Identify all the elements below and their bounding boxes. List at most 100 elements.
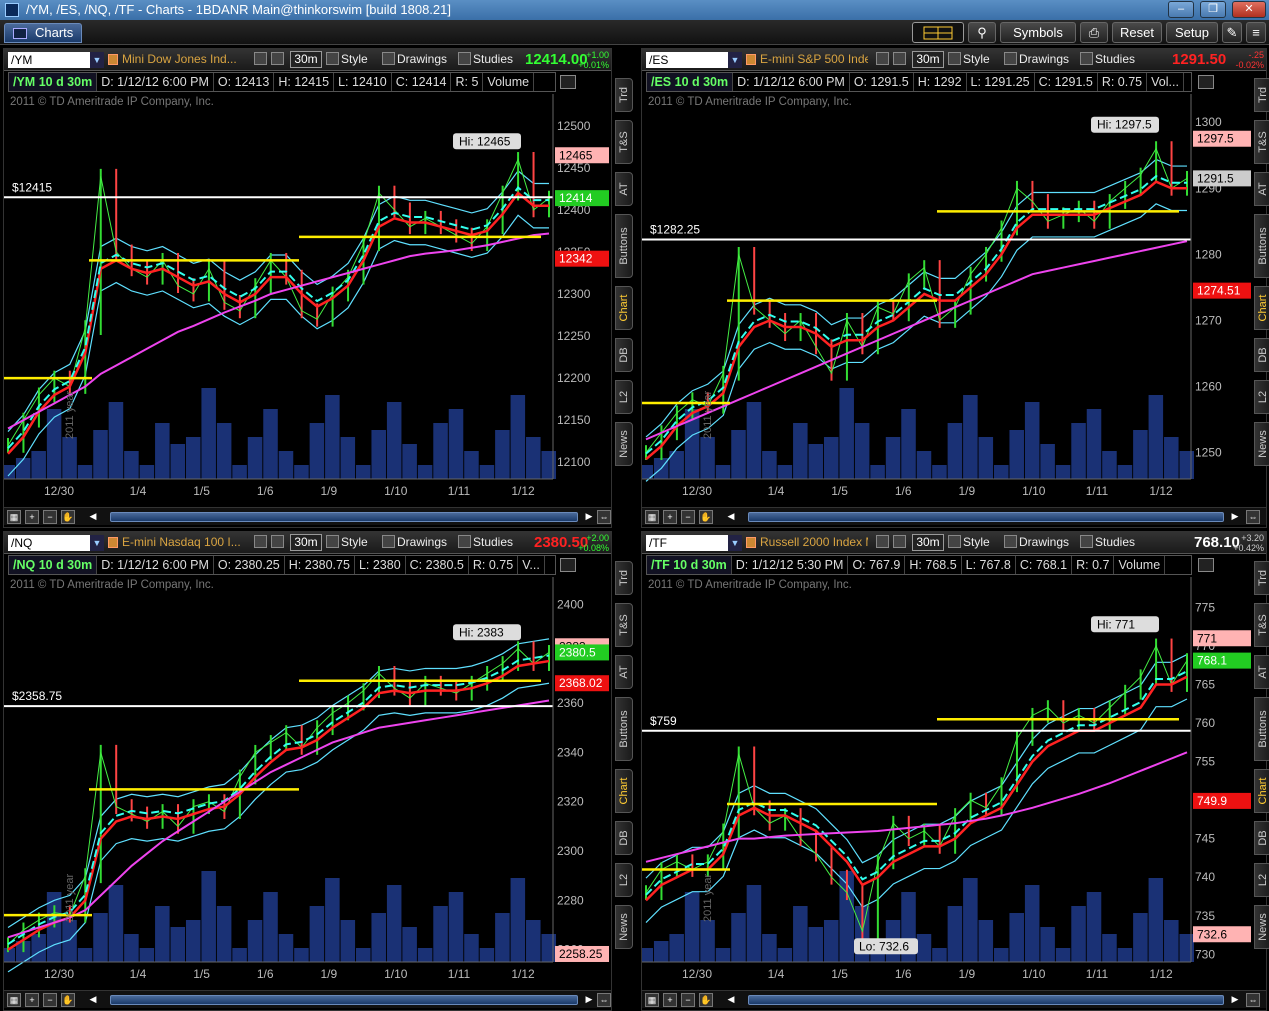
studies-button[interactable]: Studies [458, 534, 513, 551]
setup-button[interactable]: Setup [1166, 22, 1218, 43]
crosshair-icon[interactable] [254, 51, 269, 68]
grid-layout-button[interactable] [912, 22, 964, 43]
zoom-icon[interactable] [893, 534, 908, 551]
side-tab-at[interactable]: AT [1254, 655, 1269, 689]
symbol-dropdown-icon[interactable]: ▼ [728, 535, 742, 551]
side-tab-ts[interactable]: T&S [615, 120, 633, 164]
zoom-out-icon[interactable]: − [681, 510, 695, 524]
side-tab-trd[interactable]: Trd [615, 561, 633, 595]
drawings-button[interactable]: Drawings [1004, 534, 1069, 551]
side-tab-trd[interactable]: Trd [1254, 561, 1269, 595]
side-tab-buttons[interactable]: Buttons [1254, 697, 1269, 761]
pan-icon[interactable]: ✋ [61, 993, 75, 1007]
side-tab-ts[interactable]: T&S [615, 603, 633, 647]
minimize-button[interactable]: – [1168, 1, 1194, 18]
side-tab-l2[interactable]: L2 [1254, 863, 1269, 897]
side-tab-news[interactable]: News [615, 422, 633, 466]
side-tab-chart[interactable]: Chart [1254, 769, 1269, 813]
side-tab-chart[interactable]: Chart [615, 286, 633, 330]
zoom-in-icon[interactable]: + [25, 510, 39, 524]
zoom-icon[interactable] [893, 51, 908, 68]
scroll-left-icon[interactable]: ◀ [86, 510, 100, 524]
tab-charts[interactable]: Charts [4, 23, 82, 43]
chart-settings-icon[interactable] [560, 75, 576, 89]
studies-button[interactable]: Studies [458, 51, 513, 68]
side-tab-db[interactable]: DB [1254, 821, 1269, 855]
side-tab-l2[interactable]: L2 [1254, 380, 1269, 414]
expand-icon[interactable]: ⇔ [1246, 510, 1260, 524]
style-button[interactable]: Style [326, 51, 368, 68]
grid-icon[interactable]: ▦ [7, 993, 21, 1007]
symbol-input[interactable]: /ES ▼ [646, 52, 742, 68]
time-scrollbar[interactable] [748, 512, 1224, 522]
symbol-dropdown-icon[interactable]: ▼ [90, 52, 104, 68]
drawings-button[interactable]: Drawings [1004, 51, 1069, 68]
timeframe-button[interactable]: 30m [912, 534, 944, 551]
side-tab-buttons[interactable]: Buttons [1254, 214, 1269, 278]
side-tab-ts[interactable]: T&S [1254, 603, 1269, 647]
timeframe-button[interactable]: 30m [290, 534, 322, 551]
side-tab-buttons[interactable]: Buttons [615, 697, 633, 761]
crosshair-icon[interactable] [254, 534, 269, 551]
symbol-input[interactable]: /TF ▼ [646, 535, 742, 551]
side-tab-at[interactable]: AT [615, 172, 633, 206]
grid-icon[interactable]: ▦ [7, 510, 21, 524]
side-tab-at[interactable]: AT [1254, 172, 1269, 206]
timeframe-button[interactable]: 30m [290, 51, 322, 68]
scroll-right-icon[interactable]: ▶ [582, 993, 596, 1007]
zoom-icon[interactable] [271, 534, 286, 551]
time-scrollbar[interactable] [110, 512, 578, 522]
symbols-button[interactable]: Symbols [1000, 22, 1076, 43]
chart-settings-icon[interactable] [1198, 558, 1214, 572]
zoom-in-icon[interactable]: + [663, 993, 677, 1007]
price-chart[interactable]: $12415Hi: 124651250012450124001235012300… [4, 94, 611, 499]
timeframe-button[interactable]: 30m [912, 51, 944, 68]
side-tab-l2[interactable]: L2 [615, 380, 633, 414]
chart-settings-icon[interactable] [1198, 75, 1214, 89]
grid-icon[interactable]: ▦ [645, 993, 659, 1007]
scroll-left-icon[interactable]: ◀ [724, 510, 738, 524]
zoom-in-icon[interactable]: + [25, 993, 39, 1007]
crosshair-icon[interactable] [876, 51, 891, 68]
side-tab-news[interactable]: News [615, 905, 633, 949]
pan-icon[interactable]: ✋ [699, 510, 713, 524]
side-tab-chart[interactable]: Chart [615, 769, 633, 813]
studies-button[interactable]: Studies [1080, 534, 1135, 551]
pan-icon[interactable]: ✋ [699, 993, 713, 1007]
symbol-dropdown-icon[interactable]: ▼ [90, 535, 104, 551]
close-button[interactable]: ✕ [1232, 1, 1266, 18]
menu-icon[interactable]: ≡ [1246, 22, 1266, 43]
side-tab-l2[interactable]: L2 [615, 863, 633, 897]
product-info-icon[interactable] [108, 537, 118, 548]
zoom-out-icon[interactable]: − [43, 510, 57, 524]
side-tab-db[interactable]: DB [615, 821, 633, 855]
link-icon[interactable]: ⚲ [968, 22, 996, 43]
side-tab-trd[interactable]: Trd [1254, 78, 1269, 112]
style-button[interactable]: Style [948, 534, 990, 551]
print-icon[interactable]: ⎙ [1080, 22, 1108, 43]
chart-settings-icon[interactable] [560, 558, 576, 572]
expand-icon[interactable]: ⇔ [597, 510, 611, 524]
time-scrollbar[interactable] [110, 995, 578, 1005]
product-info-icon[interactable] [108, 54, 118, 65]
style-button[interactable]: Style [948, 51, 990, 68]
price-chart[interactable]: $759Hi: 771Lo: 732.677577076576075575074… [642, 577, 1253, 982]
pin-icon[interactable]: ✎ [1222, 22, 1242, 43]
zoom-icon[interactable] [271, 51, 286, 68]
drawings-button[interactable]: Drawings [382, 51, 447, 68]
zoom-out-icon[interactable]: − [681, 993, 695, 1007]
expand-icon[interactable]: ⇔ [1246, 993, 1260, 1007]
scroll-left-icon[interactable]: ◀ [724, 993, 738, 1007]
pan-icon[interactable]: ✋ [61, 510, 75, 524]
zoom-out-icon[interactable]: − [43, 993, 57, 1007]
symbol-input[interactable]: /NQ ▼ [8, 535, 104, 551]
grid-icon[interactable]: ▦ [645, 510, 659, 524]
time-scrollbar[interactable] [748, 995, 1224, 1005]
scroll-right-icon[interactable]: ▶ [582, 510, 596, 524]
maximize-button[interactable]: ❐ [1200, 1, 1226, 18]
studies-button[interactable]: Studies [1080, 51, 1135, 68]
symbol-dropdown-icon[interactable]: ▼ [728, 52, 742, 68]
side-tab-db[interactable]: DB [615, 338, 633, 372]
symbol-input[interactable]: /YM ▼ [8, 52, 104, 68]
price-chart[interactable]: $2358.75Hi: 2383240023802360234023202300… [4, 577, 611, 982]
